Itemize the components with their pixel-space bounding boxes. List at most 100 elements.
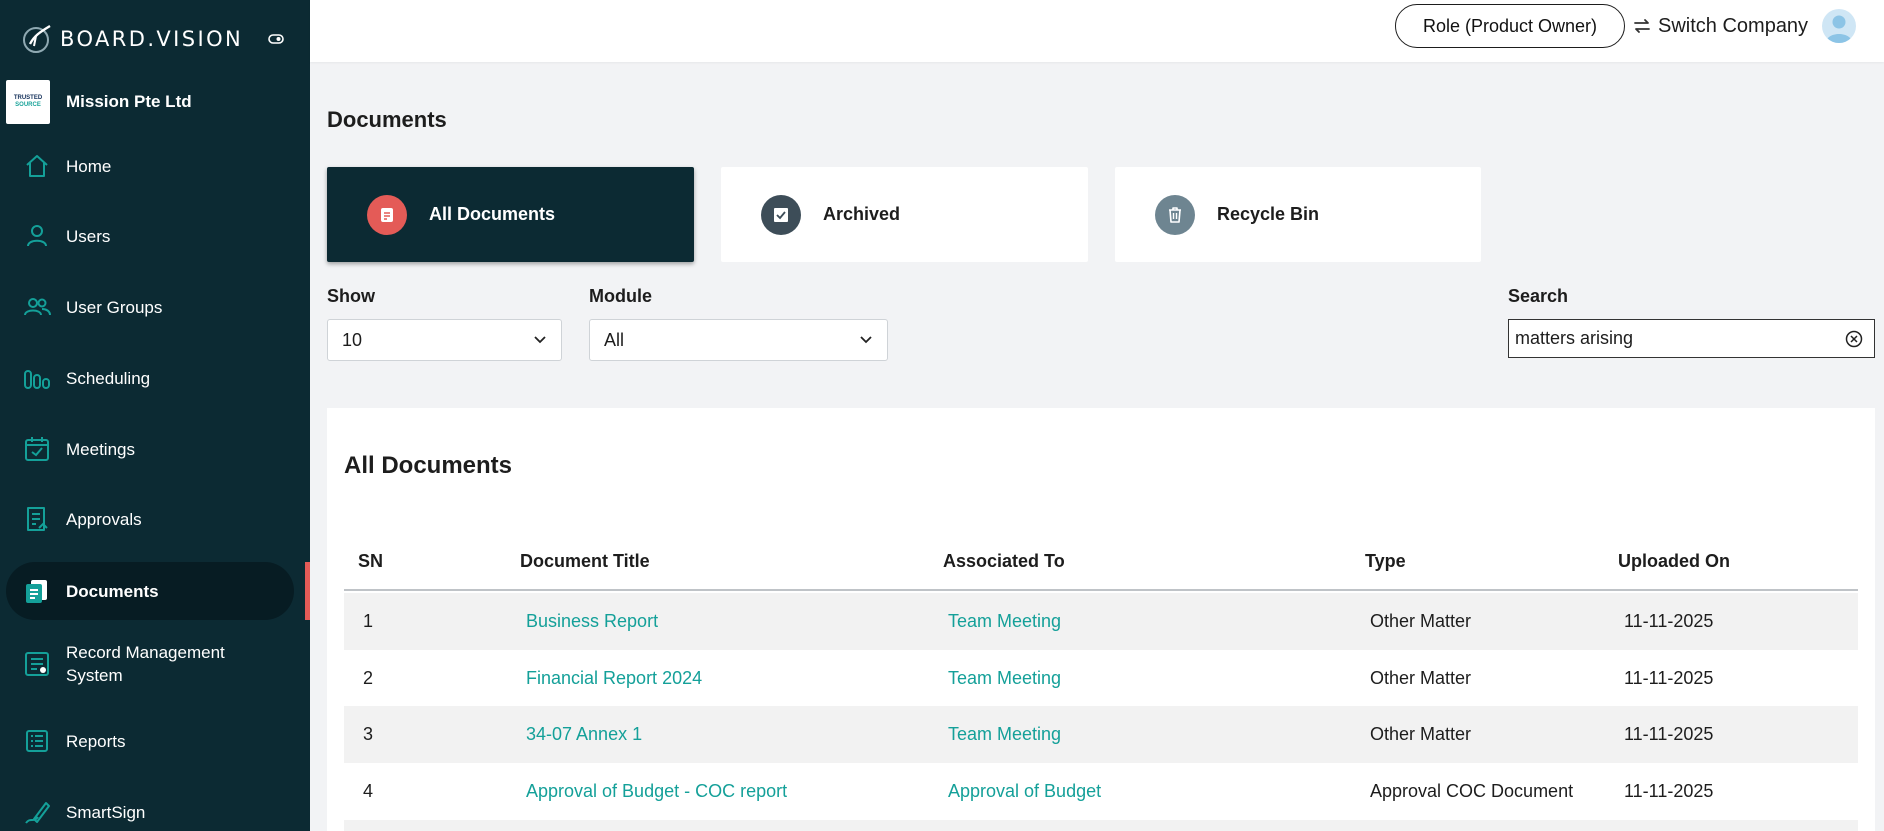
- cell-type: Approval COC Document: [1370, 781, 1574, 801]
- sidebar-item-label: Approvals: [66, 509, 142, 529]
- sidebar-toggle-icon[interactable]: [268, 31, 284, 47]
- documents-icon: [26, 580, 47, 603]
- sidebar-item-label: Scheduling: [66, 368, 151, 388]
- tab-all-documents[interactable]: All Documents: [327, 167, 694, 262]
- search-label: Search: [1508, 286, 1569, 306]
- scheduling-icon: [24, 370, 50, 389]
- module-label: Module: [589, 286, 652, 306]
- column-header-associated-to[interactable]: Associated To: [943, 551, 1065, 572]
- table-row: 1 Business Report Team Meeting Other Mat…: [344, 593, 1858, 650]
- sidebar-item-record-management-system[interactable]: Record Management System: [6, 632, 294, 696]
- tab-label: Archived: [823, 204, 901, 224]
- approvals-icon: [27, 507, 48, 531]
- sidebar-item-label: Home: [66, 156, 112, 176]
- record-management-icon: [25, 652, 49, 676]
- sidebar-item-scheduling[interactable]: Scheduling: [6, 349, 294, 407]
- search-input[interactable]: [1515, 328, 1835, 349]
- smartsign-icon: [25, 802, 50, 824]
- sidebar-item-meetings[interactable]: Meetings: [6, 420, 294, 478]
- sidebar: BOARD.VISION TRUSTED SOURCE Mission Pte …: [0, 0, 310, 831]
- sidebar-item-label: SmartSign: [66, 802, 146, 822]
- associated-to-link[interactable]: Team Meeting: [948, 668, 1061, 689]
- module-select[interactable]: All: [589, 319, 888, 361]
- board-vision-logo-icon: [23, 24, 51, 53]
- show-label: Show: [327, 286, 375, 306]
- tab-recycle-bin[interactable]: Recycle Bin: [1115, 167, 1481, 262]
- document-title-link[interactable]: Approval of Budget - COC report: [526, 781, 787, 802]
- clear-search-icon[interactable]: [1844, 329, 1864, 349]
- page-title: Documents: [327, 107, 447, 132]
- sidebar-item-label: User Groups: [66, 297, 163, 317]
- sidebar-item-label: Record Management System: [66, 643, 225, 685]
- archive-check-icon: [761, 194, 801, 235]
- cell-type: Other Matter: [1370, 611, 1472, 631]
- company-switcher[interactable]: TRUSTED SOURCE Mission Pte Ltd: [6, 80, 306, 124]
- document-icon: [367, 194, 407, 235]
- cell-sn: 4: [363, 781, 374, 801]
- company-name: Mission Pte Ltd: [66, 92, 192, 111]
- sidebar-item-approvals[interactable]: Approvals: [6, 490, 294, 548]
- table-header: SN Document Title Associated To Type Upl…: [344, 532, 1858, 591]
- company-logo-line2: SOURCE: [15, 102, 41, 108]
- sidebar-item-reports[interactable]: Reports: [6, 712, 294, 770]
- tab-label: Recycle Bin: [1217, 204, 1320, 224]
- column-header-uploaded-on[interactable]: Uploaded On: [1618, 551, 1730, 572]
- brand-name: BOARD.VISION: [60, 27, 244, 51]
- documents-table-panel: All Documents SN Document Title Associat…: [327, 408, 1875, 831]
- table-title: All Documents: [344, 452, 513, 479]
- role-button[interactable]: Role (Product Owner): [1395, 4, 1625, 48]
- document-title-link[interactable]: 34-07 Annex 1: [526, 724, 642, 745]
- column-header-type[interactable]: Type: [1365, 551, 1406, 572]
- sidebar-item-documents[interactable]: Documents: [6, 562, 294, 620]
- column-header-sn[interactable]: SN: [358, 551, 383, 572]
- table-row-partial: [344, 820, 1858, 831]
- cell-uploaded-on: 11-11-2025: [1624, 611, 1714, 631]
- home-icon: [26, 155, 48, 177]
- cell-uploaded-on: 11-11-2025: [1624, 668, 1714, 688]
- document-title-link[interactable]: Business Report: [526, 611, 658, 632]
- switch-company-button[interactable]: Switch Company: [1632, 12, 1808, 40]
- sidebar-item-label: Documents: [66, 581, 159, 601]
- user-icon: [27, 225, 47, 247]
- sidebar-item-label: Reports: [66, 731, 126, 751]
- table-row: 2 Financial Report 2024 Team Meeting Oth…: [344, 650, 1858, 707]
- chevron-down-icon: [860, 336, 872, 344]
- sidebar-item-label: Users: [66, 226, 111, 246]
- cell-type: Other Matter: [1370, 668, 1472, 688]
- brand[interactable]: BOARD.VISION: [20, 22, 300, 56]
- cell-uploaded-on: 11-11-2025: [1624, 724, 1714, 744]
- sidebar-item-home[interactable]: Home: [6, 137, 294, 195]
- avatar[interactable]: [1822, 9, 1856, 43]
- table-row: 4 Approval of Budget - COC report Approv…: [344, 763, 1858, 820]
- document-title-link[interactable]: Financial Report 2024: [526, 668, 702, 689]
- sidebar-item-smartsign[interactable]: SmartSign: [6, 783, 294, 831]
- company-logo: TRUSTED SOURCE: [6, 80, 50, 124]
- table-row: 3 34-07 Annex 1 Team Meeting Other Matte…: [344, 706, 1858, 763]
- company-logo-line1: TRUSTED: [13, 95, 43, 101]
- cell-sn: 2: [363, 668, 374, 688]
- show-select[interactable]: 10: [327, 319, 562, 361]
- tab-archived[interactable]: Archived: [721, 167, 1088, 262]
- cell-type: Other Matter: [1370, 724, 1472, 744]
- sidebar-item-label: Meetings: [66, 439, 135, 459]
- associated-to-link[interactable]: Approval of Budget: [948, 781, 1101, 802]
- show-select-value: 10: [342, 329, 363, 350]
- reports-icon: [26, 730, 48, 752]
- active-nav-marker: [305, 562, 310, 620]
- cell-sn: 3: [363, 724, 374, 744]
- column-header-document-title[interactable]: Document Title: [520, 551, 650, 572]
- module-select-value: All: [604, 329, 625, 350]
- tab-label: All Documents: [429, 204, 556, 224]
- trash-icon: [1155, 194, 1195, 235]
- user-group-icon: [24, 298, 51, 316]
- associated-to-link[interactable]: Team Meeting: [948, 611, 1061, 632]
- sidebar-item-user-groups[interactable]: User Groups: [6, 278, 294, 336]
- switch-company-label: Switch Company: [1658, 14, 1809, 37]
- associated-to-link[interactable]: Team Meeting: [948, 724, 1061, 745]
- top-bar: Role (Product Owner) Switch Company: [310, 0, 1884, 62]
- cell-uploaded-on: 11-11-2025: [1624, 781, 1714, 801]
- sidebar-item-users[interactable]: Users: [6, 207, 294, 265]
- cell-sn: 1: [363, 611, 374, 631]
- chevron-down-icon: [534, 336, 546, 344]
- calendar-check-icon: [25, 437, 49, 461]
